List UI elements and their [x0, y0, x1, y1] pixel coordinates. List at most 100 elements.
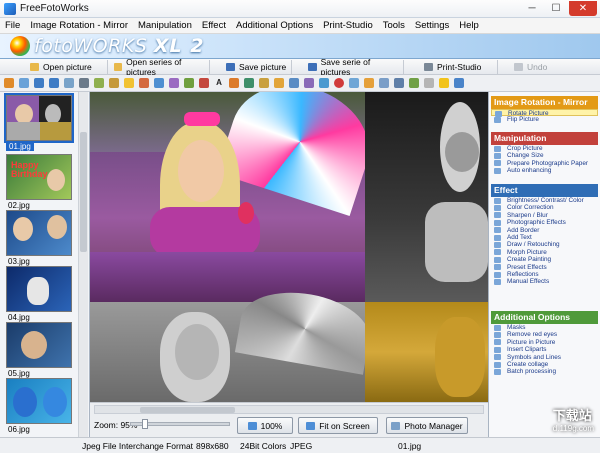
menu-image-rotation[interactable]: Image Rotation - Mirror [25, 20, 133, 31]
symbols-icon[interactable] [379, 78, 389, 88]
panel-item-create-painting[interactable]: Create Painting [491, 256, 598, 263]
panel-item-reflections[interactable]: Reflections [491, 271, 598, 278]
section-header[interactable]: Additional Options [491, 311, 598, 324]
printer-icon[interactable] [424, 78, 434, 88]
frame-icon[interactable] [199, 78, 209, 88]
panel-item-picture-in-picture[interactable]: Picture in Picture [491, 339, 598, 346]
image-canvas[interactable] [90, 92, 488, 402]
panel-item-symbols-lines[interactable]: Symbols and Lines [491, 354, 598, 361]
panel-item-create-collage[interactable]: Create collage [491, 361, 598, 368]
menu-file[interactable]: File [0, 20, 25, 31]
panel-item-insert-cliparts[interactable]: Insert Cliparts [491, 346, 598, 353]
manual-effect-icon[interactable] [304, 78, 314, 88]
text-icon[interactable]: A [214, 78, 224, 88]
panel-item-masks[interactable]: Masks [491, 324, 598, 331]
thumbnail-05[interactable] [6, 322, 72, 368]
open-picture-button[interactable]: Open picture [0, 59, 108, 74]
thumbnail-label[interactable]: 03.jpg [8, 257, 30, 266]
open-series-button[interactable]: Open series of pictures [110, 57, 210, 77]
undo-button[interactable]: Undo [500, 60, 560, 74]
fit-on-screen-button[interactable]: Fit on Screen [298, 417, 378, 434]
menu-tools[interactable]: Tools [378, 20, 410, 31]
canvas-horizontal-scrollbar[interactable] [94, 405, 484, 414]
photo-manager-button[interactable]: Photo Manager [386, 417, 468, 434]
section-header[interactable]: Effect [491, 184, 598, 197]
thumbnail-01[interactable] [4, 93, 74, 143]
menu-help[interactable]: Help [454, 20, 484, 31]
print-studio-button[interactable]: Print-Studio [406, 59, 498, 74]
minimize-button[interactable]: ─ [521, 1, 543, 16]
wand-icon[interactable] [109, 78, 119, 88]
preset-icon[interactable] [274, 78, 284, 88]
scrollbar-thumb[interactable] [140, 407, 235, 413]
border-icon[interactable] [184, 78, 194, 88]
panel-item-auto-enhancing[interactable]: Auto enhancing [491, 167, 598, 174]
close-button[interactable]: ✕ [569, 1, 597, 16]
thumbnail-label[interactable]: 05.jpg [8, 369, 30, 378]
panel-item-rotate-picture[interactable]: Rotate Picture [491, 109, 598, 117]
draw-icon[interactable] [229, 78, 239, 88]
panel-item-manual-effects[interactable]: Manual Effects [491, 278, 598, 285]
panel-item-photographic-effects[interactable]: Photographic Effects [491, 219, 598, 226]
paint-icon[interactable] [259, 78, 269, 88]
panel-item-add-text[interactable]: Add Text [491, 234, 598, 241]
red-eye-icon[interactable] [334, 78, 344, 88]
panel-item-batch-processing[interactable]: Batch processing [491, 368, 598, 375]
zoom-100-button[interactable]: 100% [237, 417, 293, 434]
thumbnail-02[interactable]: Happy Birthday [6, 154, 72, 200]
rotate-right-icon[interactable] [49, 78, 59, 88]
panel-item-morph-picture[interactable]: Morph Picture [491, 249, 598, 256]
thumbnail-label[interactable]: 04.jpg [8, 313, 30, 322]
help-icon[interactable] [454, 78, 464, 88]
panel-item-brightness[interactable]: Brightness/ Contrast/ Color [491, 197, 598, 204]
thumbnail-04[interactable] [6, 266, 72, 312]
thumbnail-label[interactable]: 02.jpg [8, 201, 30, 210]
panel-item-sharpen-blur[interactable]: Sharpen / Blur [491, 212, 598, 219]
panel-item-remove-red-eyes[interactable]: Remove red eyes [491, 331, 598, 338]
clipart-icon[interactable] [364, 78, 374, 88]
panel-item-preset-effects[interactable]: Preset Effects [491, 264, 598, 271]
menu-print-studio[interactable]: Print-Studio [318, 20, 378, 31]
resize-icon[interactable] [94, 78, 104, 88]
menu-settings[interactable]: Settings [410, 20, 454, 31]
panel-item-flip-picture[interactable]: Flip Picture [491, 116, 598, 123]
batch-icon[interactable] [409, 78, 419, 88]
crop-icon[interactable] [79, 78, 89, 88]
brightness-icon[interactable] [124, 78, 134, 88]
panel-item-change-size[interactable]: Change Size [491, 152, 598, 159]
menu-effect[interactable]: Effect [197, 20, 231, 31]
reflection-icon[interactable] [289, 78, 299, 88]
panel-item-color-correction[interactable]: Color Correction [491, 204, 598, 211]
picture-in-picture-icon[interactable] [349, 78, 359, 88]
thumbnail-06[interactable] [6, 378, 72, 424]
zoom-slider[interactable] [130, 419, 230, 429]
thumbnail-scrollbar[interactable] [78, 92, 88, 437]
menu-additional-options[interactable]: Additional Options [231, 20, 318, 31]
panel-item-prepare-paper[interactable]: Prepare Photographic Paper [491, 160, 598, 167]
collage-icon[interactable] [394, 78, 404, 88]
sharpen-icon[interactable] [154, 78, 164, 88]
mask-icon[interactable] [319, 78, 329, 88]
flip-icon[interactable] [19, 78, 29, 88]
maximize-button[interactable]: ☐ [545, 1, 567, 16]
panel-item-crop-picture[interactable]: Crop Picture [491, 145, 598, 152]
save-series-button[interactable]: Save serie of pictures [294, 57, 404, 77]
rotate-left-icon[interactable] [34, 78, 44, 88]
save-picture-button[interactable]: Save picture [212, 59, 292, 74]
panel-item-add-border[interactable]: Add Border [491, 227, 598, 234]
mirror-icon[interactable] [64, 78, 74, 88]
zoom-slider-handle[interactable] [142, 419, 148, 429]
color-icon[interactable] [139, 78, 149, 88]
scrollbar-thumb[interactable] [80, 132, 87, 252]
morph-icon[interactable] [244, 78, 254, 88]
panel-item-draw-retouching[interactable]: Draw / Retouching [491, 241, 598, 248]
rotate-icon[interactable] [4, 78, 14, 88]
menu-manipulation[interactable]: Manipulation [133, 20, 197, 31]
thumbnail-03[interactable] [6, 210, 72, 256]
thumbnail-label[interactable]: 06.jpg [8, 425, 30, 434]
section-header[interactable]: Image Rotation - Mirror [491, 96, 598, 109]
effect-icon[interactable] [169, 78, 179, 88]
section-header[interactable]: Manipulation [491, 132, 598, 145]
thumbnail-label[interactable]: 01.jpg [6, 142, 34, 151]
star-icon[interactable] [439, 78, 449, 88]
